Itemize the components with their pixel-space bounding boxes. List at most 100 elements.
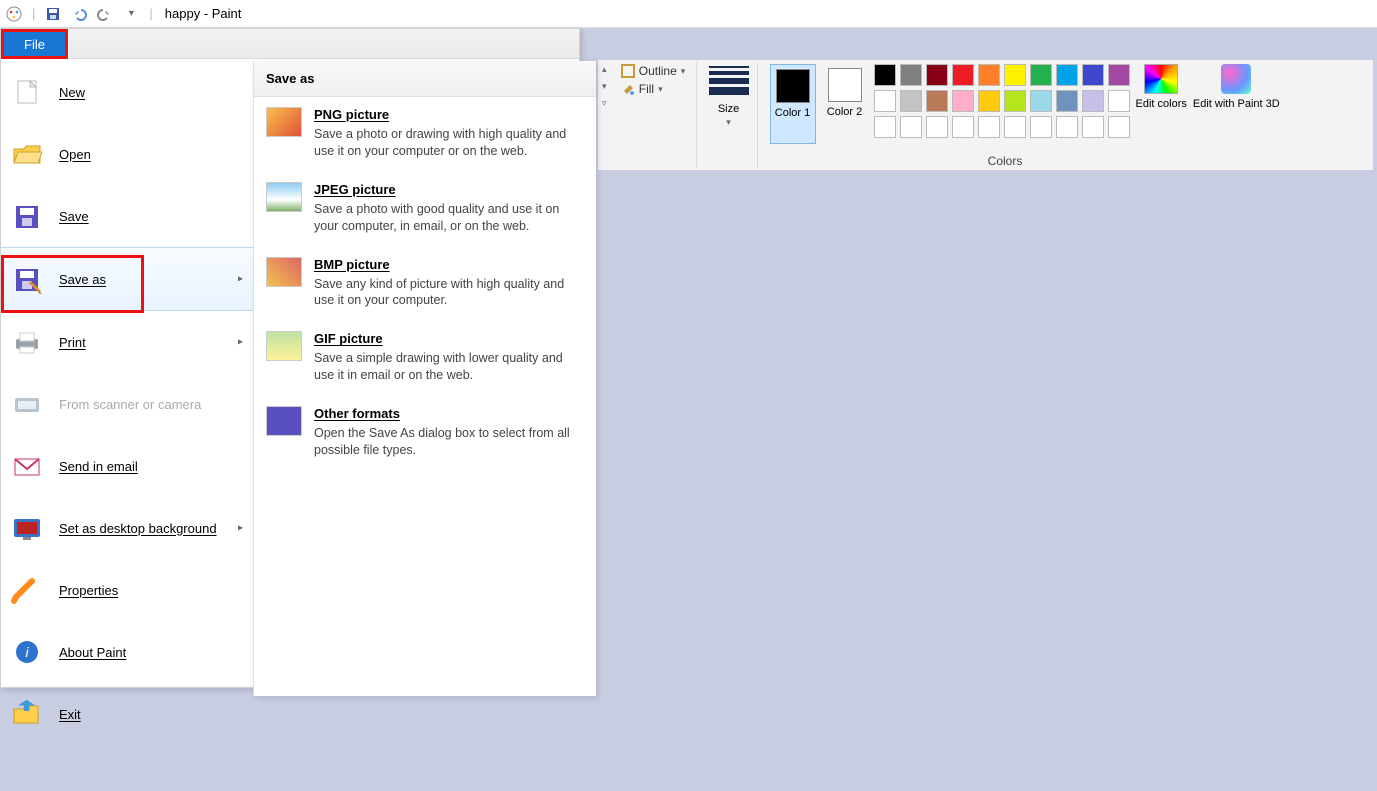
saveas-option-jpeg[interactable]: JPEG pictureSave a photo with good quali… [254, 172, 596, 247]
saveas-option-png-name: PNG picture [314, 107, 584, 122]
file-menu-exit[interactable]: Exit [1, 683, 253, 745]
print-icon [9, 325, 45, 359]
palette-swatch[interactable] [900, 90, 922, 112]
outline-dropdown[interactable]: Outline ▾ [621, 64, 686, 78]
file-menu-open[interactable]: Open [1, 123, 253, 185]
palette-swatch[interactable] [1056, 90, 1078, 112]
palette-swatch[interactable] [1056, 116, 1078, 138]
file-menu-print[interactable]: Print▸ [1, 311, 253, 373]
palette-swatch[interactable] [926, 90, 948, 112]
colors-group-label: Colors [870, 154, 1140, 168]
saveas-option-other-name: Other formats [314, 406, 584, 421]
bmp-thumb-icon [266, 257, 302, 287]
palette-swatch[interactable] [926, 116, 948, 138]
rainbow-icon [1144, 64, 1178, 94]
file-menu-save[interactable]: Save [1, 185, 253, 247]
saveas-option-gif[interactable]: GIF pictureSave a simple drawing with lo… [254, 321, 596, 396]
file-menu-list: NewOpenSaveSave as▸Print▸From scanner or… [1, 61, 253, 687]
size-group: Size ▾ [701, 62, 758, 168]
outline-icon [621, 64, 635, 78]
color2-swatch [828, 68, 862, 102]
qat-customize-dropdown-icon[interactable]: ▾ [121, 4, 141, 24]
scroll-down-icon[interactable]: ▾ [602, 81, 607, 92]
palette-swatch[interactable] [978, 64, 1000, 86]
palette-swatch[interactable] [1108, 90, 1130, 112]
backstage-header-strip [69, 29, 579, 59]
qat-redo-icon[interactable] [95, 4, 115, 24]
file-menu-wallpaper[interactable]: Set as desktop background▸ [1, 497, 253, 559]
paint3d-label: Edit with Paint 3D [1193, 98, 1280, 110]
palette-swatch[interactable] [874, 90, 896, 112]
chevron-down-icon: ▾ [726, 117, 731, 128]
palette-swatch[interactable] [978, 116, 1000, 138]
palette-swatch[interactable] [1030, 90, 1052, 112]
thickness-icon [709, 66, 749, 95]
file-menu-properties[interactable]: Properties [1, 559, 253, 621]
palette-swatch[interactable] [1056, 64, 1078, 86]
fill-dropdown[interactable]: Fill ▾ [621, 82, 686, 96]
file-menu-save_as-label: Save as [59, 272, 106, 287]
palette-swatch[interactable] [900, 116, 922, 138]
palette-swatch[interactable] [1030, 116, 1052, 138]
saveas-option-jpeg-desc: Save a photo with good quality and use i… [314, 201, 584, 235]
color2-button[interactable]: Color 2 [822, 64, 868, 144]
palette-swatch[interactable] [952, 90, 974, 112]
scroll-more-icon[interactable]: ▿ [602, 98, 607, 109]
saveas-option-png[interactable]: PNG pictureSave a photo or drawing with … [254, 97, 596, 172]
saveas-submenu: Save as PNG pictureSave a photo or drawi… [253, 61, 596, 696]
save-icon [9, 199, 45, 233]
palette-swatch[interactable] [1030, 64, 1052, 86]
gif-thumb-icon [266, 331, 302, 361]
palette-row-2 [874, 116, 1130, 138]
color-palette [874, 64, 1130, 138]
file-tab[interactable]: File [1, 29, 68, 59]
palette-swatch[interactable] [1004, 90, 1026, 112]
edit-colors-button[interactable]: Edit colors [1136, 64, 1187, 110]
wallpaper-icon [9, 511, 45, 545]
shapes-gallery-scroll[interactable]: ▴ ▾ ▿ [598, 62, 607, 109]
qat-undo-icon[interactable] [69, 4, 89, 24]
palette-swatch[interactable] [874, 116, 896, 138]
saveas-option-bmp[interactable]: BMP pictureSave any kind of picture with… [254, 247, 596, 322]
saveas-option-other[interactable]: Other formatsOpen the Save As dialog box… [254, 396, 596, 471]
palette-swatch[interactable] [900, 64, 922, 86]
color1-label: Color 1 [775, 107, 810, 119]
fill-icon [621, 82, 635, 96]
color1-button[interactable]: Color 1 [770, 64, 816, 144]
file-menu-email[interactable]: Send in email [1, 435, 253, 497]
palette-swatch[interactable] [952, 116, 974, 138]
palette-swatch[interactable] [1108, 64, 1130, 86]
palette-swatch[interactable] [1082, 90, 1104, 112]
palette-swatch[interactable] [1082, 64, 1104, 86]
paint3d-button[interactable]: Edit with Paint 3D [1193, 64, 1280, 110]
size-dropdown[interactable]: Size ▾ [709, 64, 749, 128]
saveas-option-gif-name: GIF picture [314, 331, 584, 346]
file-menu-about[interactable]: i About Paint [1, 621, 253, 683]
scroll-up-icon[interactable]: ▴ [602, 64, 607, 75]
file-menu-new[interactable]: New [1, 61, 253, 123]
canvas-workspace[interactable] [598, 172, 1377, 791]
jpeg-thumb-icon [266, 182, 302, 212]
file-menu-wallpaper-label: Set as desktop background [59, 521, 217, 536]
palette-swatch[interactable] [874, 64, 896, 86]
palette-swatch[interactable] [1082, 116, 1104, 138]
palette-swatch[interactable] [1004, 116, 1026, 138]
submenu-arrow-icon: ▸ [238, 337, 243, 348]
palette-swatch[interactable] [952, 64, 974, 86]
png-thumb-icon [266, 107, 302, 137]
file-menu-save_as[interactable]: Save as ▸ [1, 247, 253, 311]
chevron-down-icon: ▾ [681, 66, 686, 77]
submenu-arrow-icon: ▸ [238, 274, 243, 285]
qat-save-icon[interactable] [43, 4, 63, 24]
file-menu-about-label: About Paint [59, 645, 126, 660]
palette-swatch[interactable] [1004, 64, 1026, 86]
new-icon [9, 75, 45, 109]
palette-swatch[interactable] [1108, 116, 1130, 138]
title-bar: | ▾ | happy - Paint [0, 0, 1377, 28]
file-menu-open-label: Open [59, 147, 91, 162]
palette-swatch[interactable] [926, 64, 948, 86]
palette-swatch[interactable] [978, 90, 1000, 112]
about-icon: i [9, 635, 45, 669]
shape-styles-group: Outline ▾ Fill ▾ [611, 62, 697, 168]
exit-icon [9, 697, 45, 731]
